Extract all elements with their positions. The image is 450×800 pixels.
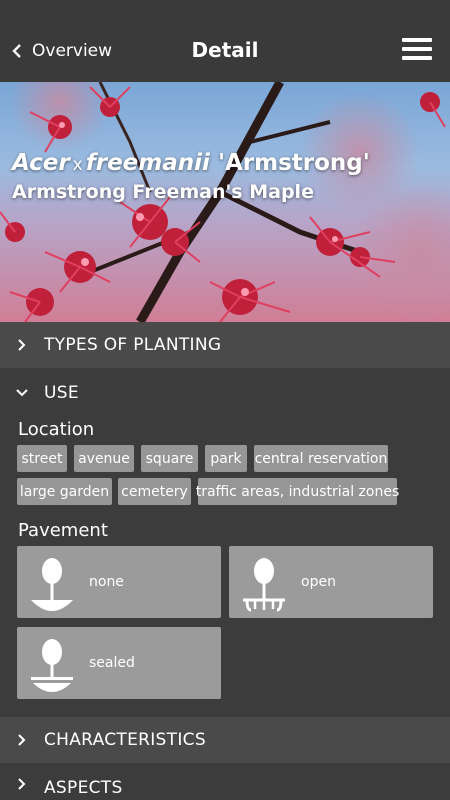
location-tag[interactable]: avenue: [74, 445, 134, 472]
top-app-bar: Overview Detail: [0, 0, 450, 82]
pavement-label: none: [89, 574, 124, 590]
pavement-label: sealed: [89, 655, 135, 671]
section-label: ASPECTS: [44, 778, 123, 798]
location-title: Location: [18, 419, 95, 440]
tree-pavement-sealed-icon: [31, 639, 73, 692]
chevron-right-icon: [18, 339, 26, 351]
location-tag[interactable]: central reservation: [254, 445, 388, 472]
pavement-open-card[interactable]: open: [229, 546, 433, 618]
tree-pavement-open-icon: [243, 558, 285, 612]
section-label: TYPES OF PLANTING: [44, 335, 222, 355]
species: freemanii: [85, 150, 210, 176]
location-tag[interactable]: cemetery: [118, 478, 191, 505]
chevron-right-icon: [18, 778, 26, 790]
location-tag[interactable]: park: [205, 445, 247, 472]
location-tag[interactable]: square: [141, 445, 198, 472]
section-use[interactable]: USE: [0, 370, 450, 416]
scientific-name: Acer x freemanii 'Armstrong': [12, 150, 370, 176]
chevron-left-icon: [12, 44, 21, 58]
pavement-none-card[interactable]: none: [17, 546, 221, 618]
cultivar: 'Armstrong': [217, 150, 370, 176]
tree-pavement-none-icon: [31, 558, 73, 611]
genus: Acer: [12, 150, 70, 176]
location-tag[interactable]: large garden: [17, 478, 112, 505]
pavement-label: open: [301, 574, 336, 590]
back-label: Overview: [32, 41, 113, 61]
location-tag[interactable]: traffic areas, industrial zones: [196, 478, 399, 505]
common-name: Armstrong Freeman's Maple: [12, 181, 314, 203]
pavement-title: Pavement: [18, 520, 108, 541]
back-button[interactable]: Overview: [10, 38, 112, 64]
location-tag[interactable]: street: [17, 445, 67, 472]
hero-image: Acer x freemanii 'Armstrong' Armstrong Fre…: [0, 82, 450, 322]
section-aspects[interactable]: ASPECTS: [0, 765, 450, 800]
section-label: USE: [44, 383, 79, 403]
section-label: CHARACTERISTICS: [44, 730, 206, 750]
pavement-sealed-card[interactable]: sealed: [17, 627, 221, 699]
section-characteristics[interactable]: CHARACTERISTICS: [0, 717, 450, 763]
hamburger-menu-icon[interactable]: [402, 38, 432, 64]
hybrid-mark: x: [72, 155, 83, 175]
section-types-of-planting[interactable]: TYPES OF PLANTING: [0, 322, 450, 368]
chevron-down-icon: [16, 389, 28, 397]
chevron-right-icon: [18, 734, 26, 746]
